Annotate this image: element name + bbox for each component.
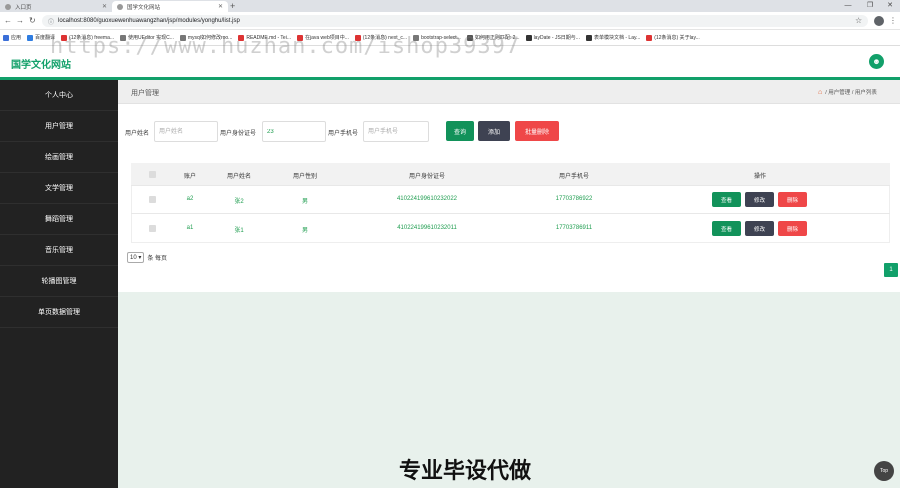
cell-name: 张1 [234, 228, 244, 234]
breadcrumb-path-text: / 用户管理 / 用户列表 [825, 90, 877, 96]
close-tab-icon[interactable]: ✕ [102, 3, 107, 10]
filter-label-name: 用户姓名 [125, 131, 150, 137]
row-checkbox[interactable] [149, 196, 156, 203]
bookmark-favicon-icon [646, 34, 653, 41]
page-size-select[interactable]: 10 ▾ [127, 252, 145, 263]
add-button[interactable]: 添加 [478, 121, 510, 141]
cell-gender: 男 [301, 228, 308, 234]
page-title: 用户管理 [131, 90, 159, 97]
profile-avatar-icon[interactable] [874, 16, 884, 26]
browser-menu-icon[interactable]: ⋮ [889, 15, 897, 27]
phone-input[interactable] [363, 121, 429, 142]
batch-delete-button[interactable]: 批量删除 [515, 121, 559, 141]
column-header-name: 用户姓名 [226, 174, 251, 180]
breadcrumb-path: ⌂ / 用户管理 / 用户列表 [818, 88, 877, 97]
reload-icon[interactable]: ↻ [29, 15, 36, 27]
sidebar-item-music-management[interactable]: 音乐管理 [0, 235, 118, 266]
bookmark-label: layDate - JS日期与... [533, 35, 580, 41]
sidebar: 个人中心 用户管理 绘画管理 文学管理 舞蹈管理 音乐管理 轮播图管理 单页数据… [0, 80, 118, 488]
sidebar-item-dance-management[interactable]: 舞蹈管理 [0, 204, 118, 235]
bookmark-label: 表单模块文档 - Lay... [593, 35, 641, 41]
bookmark-favicon-icon [585, 34, 592, 41]
url-field[interactable]: ⓘ localhost:8080/guoxuewenhuawangzhan/js… [42, 15, 868, 27]
idcard-input[interactable] [262, 121, 326, 142]
edit-button[interactable]: 修改 [745, 192, 774, 207]
search-button[interactable]: 查询 [446, 121, 474, 141]
pagination-size: 10 ▾ 条 每页 [127, 252, 167, 263]
filter-label-phone: 用户手机号 [328, 131, 359, 137]
new-tab-icon[interactable]: + [230, 0, 235, 12]
bookmark-favicon-icon [3, 34, 9, 41]
promo-banner-text: 专业毕设代做 [399, 458, 532, 483]
cell-phone: 17703786911 [555, 225, 593, 231]
sidebar-item-carousel-management[interactable]: 轮播图管理 [0, 266, 118, 297]
forward-icon[interactable]: → [16, 15, 24, 27]
user-icon[interactable]: ☻ [869, 54, 884, 69]
browser-tab-inactive[interactable]: 入口页 ✕ [0, 1, 112, 12]
column-header-account: 账户 [183, 174, 196, 180]
sidebar-item-painting-management[interactable]: 绘画管理 [0, 142, 118, 173]
minimize-icon[interactable]: — [838, 0, 858, 12]
page-number-button[interactable]: 1 [884, 263, 898, 277]
sidebar-item-user-management[interactable]: 用户管理 [0, 111, 118, 142]
column-header-phone: 用户手机号 [558, 174, 589, 180]
column-header-actions: 操作 [753, 174, 766, 180]
bookmark-item[interactable]: layDate - JS日期与... [525, 34, 580, 41]
url-text: localhost:8080/guoxuewenhuawangzhan/jsp/… [58, 18, 240, 24]
bookmark-item[interactable]: 应用 [3, 34, 21, 41]
cell-gender: 男 [301, 199, 308, 205]
bookmark-item[interactable]: (12条消息) 关于lay... [646, 34, 700, 41]
sidebar-item-literature-management[interactable]: 文学管理 [0, 173, 118, 204]
back-to-top-button[interactable]: Top [874, 461, 894, 481]
sidebar-item-single-page-management[interactable]: 单页数据管理 [0, 297, 118, 328]
select-all-checkbox[interactable] [149, 171, 156, 178]
window-close-icon[interactable]: ✕ [880, 0, 900, 12]
cell-name: 张2 [234, 199, 244, 205]
cell-phone: 17703786922 [555, 196, 593, 202]
column-header-idcard: 用户身份证号 [408, 174, 445, 180]
restore-icon[interactable]: ❐ [860, 0, 880, 12]
tab-label: 国学文化网站 [127, 4, 161, 11]
view-button[interactable]: 查看 [712, 192, 741, 207]
bookmark-item[interactable]: 表单模块文档 - Lay... [585, 34, 641, 41]
watermark-text: https://www.huzhan.com/ishop39397 [50, 34, 521, 59]
close-tab-icon[interactable]: ✕ [218, 3, 223, 10]
cell-idcard: 410224199610232011 [397, 225, 457, 231]
bookmark-label: (12条消息) 关于lay... [654, 35, 700, 41]
filter-label-idcard: 用户身份证号 [220, 131, 257, 137]
row-divider [131, 185, 890, 186]
bookmark-label: 应用 [11, 35, 22, 41]
sidebar-item-personal-center[interactable]: 个人中心 [0, 80, 118, 111]
home-icon[interactable]: ⌂ [818, 89, 822, 96]
user-name-input[interactable] [154, 121, 218, 142]
view-button[interactable]: 查看 [712, 221, 741, 236]
bookmark-favicon-icon [525, 34, 532, 41]
bookmark-favicon-icon [27, 34, 34, 41]
cell-account: a2 [186, 196, 194, 202]
column-header-gender: 用户性别 [292, 174, 317, 180]
cell-account: a1 [186, 225, 194, 231]
back-icon[interactable]: ← [4, 15, 12, 27]
tab-favicon [117, 3, 123, 10]
delete-button[interactable]: 删除 [778, 192, 807, 207]
bookmark-star-icon[interactable]: ☆ [855, 15, 862, 27]
delete-button[interactable]: 删除 [778, 221, 807, 236]
edit-button[interactable]: 修改 [745, 221, 774, 236]
row-checkbox[interactable] [149, 225, 156, 232]
row-divider [131, 213, 890, 214]
per-page-label: 条 每页 [147, 256, 168, 262]
browser-tab-active[interactable]: 国学文化网站 ✕ [112, 1, 228, 12]
cell-idcard: 410224199610232022 [396, 196, 458, 202]
breadcrumb [118, 80, 900, 104]
tab-label: 入口页 [15, 4, 32, 11]
info-icon: ⓘ [48, 19, 55, 26]
tab-favicon [5, 3, 11, 10]
